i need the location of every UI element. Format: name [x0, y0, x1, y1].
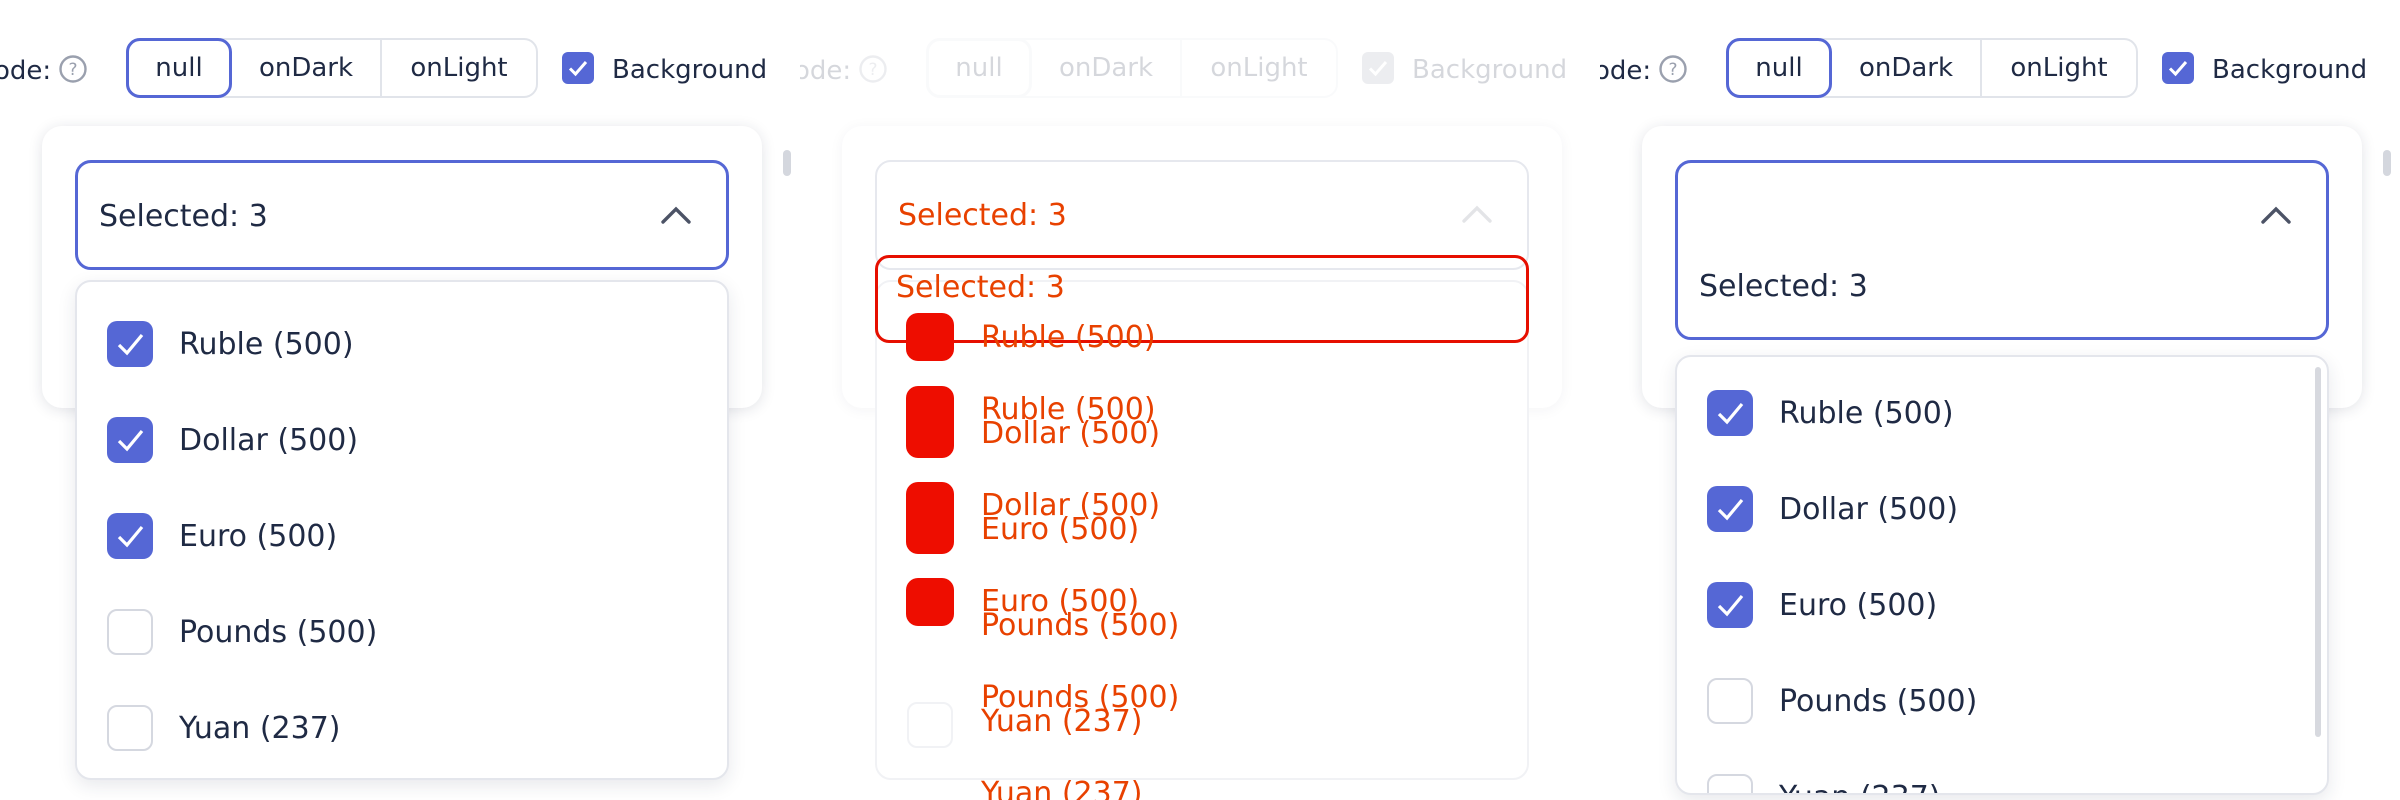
option-label: Dollar (500) [1779, 491, 1959, 527]
mode-onlight-button[interactable]: onLight [1982, 40, 2136, 96]
mode-ondark-button[interactable]: onDark [1832, 40, 1982, 96]
chevron-up-icon[interactable] [660, 203, 692, 227]
background-checkbox[interactable] [1362, 52, 1394, 84]
option-label: Yuan (237) [179, 710, 341, 746]
panel-expected: ode: ? null onDark onLight Background Se… [0, 0, 800, 800]
option-ruble[interactable]: Ruble (500) [1707, 389, 1954, 437]
option-label: Dollar (500) [179, 422, 359, 458]
mode-onlight-button[interactable]: onLight [1182, 40, 1336, 96]
mode-null-button[interactable]: null [1726, 38, 1832, 98]
option-label: Pounds (500) [1779, 683, 1978, 719]
checkmark-icon [117, 525, 144, 548]
option-euro[interactable]: Euro (500) [1707, 581, 1937, 629]
background-checkbox[interactable] [2162, 52, 2194, 84]
diff-option-label: Yuan (237) [981, 776, 1143, 800]
checkmark-icon [1717, 498, 1744, 521]
checkmark-icon [117, 333, 144, 356]
diff-option-label: Pounds (500) [981, 608, 1180, 643]
svg-text:?: ? [1668, 60, 1677, 80]
diff-checkbox [906, 313, 954, 361]
multiselect-field[interactable]: Selected: 3 [875, 160, 1529, 270]
mode-onlight-button[interactable]: onLight [382, 40, 536, 96]
diff-select-value: Selected: 3 [896, 270, 1065, 305]
svg-text:?: ? [868, 60, 877, 80]
diff-option-label: Ruble (500) [981, 320, 1156, 355]
mode-null-button[interactable]: null [126, 38, 232, 98]
option-dollar[interactable]: Dollar (500) [107, 416, 358, 464]
mode-label: ode: [1600, 56, 1652, 86]
card-scrollbar[interactable] [2383, 150, 2391, 176]
option-yuan[interactable]: Yuan (237) [107, 704, 341, 752]
option-checkbox [907, 702, 953, 748]
background-label: Background [612, 55, 768, 85]
background-label: Background [1412, 55, 1568, 85]
help-icon[interactable]: ? [858, 54, 888, 84]
mode-segmented-control: null onDark onLight [1726, 38, 2138, 98]
dropdown-scrollbar[interactable] [2315, 367, 2321, 737]
checkmark-icon [1717, 402, 1744, 425]
checkmark-icon [568, 61, 588, 77]
mode-null-button[interactable]: null [926, 38, 1032, 98]
diff-option-label: Euro (500) [981, 512, 1140, 547]
options-dropdown: Ruble (500) Dollar (500) Euro (500) Poun… [1675, 355, 2329, 795]
multiselect-field[interactable]: Selected: 3 [75, 160, 729, 270]
mode-segmented-control: null onDark onLight [126, 38, 538, 98]
option-checkbox[interactable] [1707, 486, 1753, 532]
mode-label: ode: [800, 56, 852, 86]
mode-toolbar: ode: ? null onDark onLight Background [800, 38, 1600, 102]
mode-label: ode: [0, 56, 52, 86]
option-ruble[interactable]: Ruble (500) [107, 320, 354, 368]
panel-diff: ode: ? null onDark onLight Background Se… [800, 0, 1600, 800]
option-label: Pounds (500) [179, 614, 378, 650]
option-pounds[interactable]: Pounds (500) [107, 608, 377, 656]
background-label: Background [2212, 55, 2368, 85]
card-scrollbar[interactable] [783, 150, 791, 176]
mode-toolbar: ode: ? null onDark onLight Background [0, 38, 800, 102]
multiselect-field[interactable]: Selected: 3 [1675, 160, 2329, 340]
option-pounds[interactable]: Pounds (500) [1707, 677, 1977, 725]
options-dropdown: Ruble (500) Dollar (500) Euro (500) Poun… [75, 280, 729, 780]
diff-checkbox [906, 482, 954, 554]
option-euro[interactable]: Euro (500) [107, 512, 337, 560]
mode-segmented-control: null onDark onLight [926, 38, 1338, 98]
background-checkbox[interactable] [562, 52, 594, 84]
option-label: Ruble (500) [1779, 395, 1954, 431]
checkmark-icon [117, 429, 144, 452]
diff-checkbox [906, 386, 954, 458]
diff-option-label: Dollar (500) [981, 416, 1161, 451]
checkmark-icon [2168, 61, 2188, 77]
option-checkbox[interactable] [1707, 582, 1753, 628]
help-icon[interactable]: ? [58, 54, 88, 84]
option-label: Euro (500) [179, 518, 338, 554]
option-checkbox[interactable] [1707, 678, 1753, 724]
chevron-up-icon[interactable] [2260, 203, 2292, 227]
checkmark-icon [1368, 61, 1388, 77]
checkmark-icon [1717, 594, 1744, 617]
help-icon[interactable]: ? [1658, 54, 1688, 84]
option-checkbox[interactable] [1707, 390, 1753, 436]
options-dropdown [875, 280, 1529, 780]
option-dollar[interactable]: Dollar (500) [1707, 485, 1958, 533]
option-label: Ruble (500) [179, 326, 354, 362]
option-checkbox[interactable] [107, 321, 153, 367]
option-label: Euro (500) [1779, 587, 1938, 623]
option-checkbox[interactable] [107, 417, 153, 463]
option-checkbox[interactable] [107, 609, 153, 655]
option-checkbox[interactable] [1707, 774, 1753, 793]
option-label: Yuan (237) [1779, 780, 1941, 794]
diff-checkbox [906, 578, 954, 626]
select-value: Selected: 3 [99, 199, 268, 234]
mode-ondark-button[interactable]: onDark [232, 40, 382, 96]
select-value: Selected: 3 [898, 198, 1067, 233]
option-checkbox[interactable] [107, 513, 153, 559]
select-value: Selected: 3 [1699, 269, 1868, 304]
svg-text:?: ? [68, 60, 77, 80]
option-yuan[interactable]: Yuan (237) [1707, 773, 1941, 794]
chevron-up-icon[interactable] [1461, 202, 1493, 226]
diff-option-label: Yuan (237) [981, 704, 1143, 739]
mode-toolbar: ode: ? null onDark onLight Background [1600, 38, 2400, 102]
option-checkbox[interactable] [107, 705, 153, 751]
mode-ondark-button[interactable]: onDark [1032, 40, 1182, 96]
panel-actual: ode: ? null onDark onLight Background Se… [1600, 0, 2400, 800]
